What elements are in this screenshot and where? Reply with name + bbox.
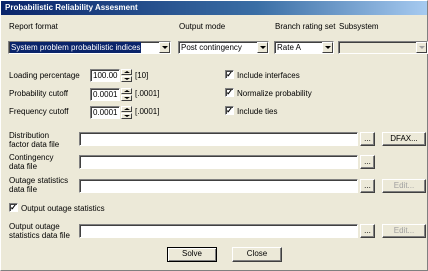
probability-cutoff-spinner[interactable] [121, 88, 132, 101]
outage-statistics-file-input[interactable] [79, 179, 358, 193]
output-outage-statistics-checkbox[interactable]: ✓ [9, 203, 18, 212]
loading-percentage-input[interactable]: 100.00 [90, 69, 120, 82]
frequency-cutoff-spinner[interactable] [121, 106, 132, 119]
probability-cutoff-label: Probability cutoff [9, 89, 68, 98]
spin-up-icon[interactable] [121, 106, 132, 112]
frequency-cutoff-label: Frequency cutoff [9, 107, 69, 116]
output-outage-statistics-edit-button[interactable]: Edit... [382, 224, 426, 238]
outage-statistics-edit-button[interactable]: Edit... [382, 179, 426, 193]
output-mode-value: Post contingency [181, 43, 242, 52]
frequency-cutoff-hint: [.0001] [135, 107, 160, 116]
window-title: Probabilistic Reliability Assesment [5, 3, 138, 12]
distribution-factor-label-line2: factor data file [9, 140, 60, 149]
output-outage-statistics-file-label-line2: statistics data file [9, 231, 70, 240]
dialog-window: Probabilistic Reliability Assesment Repo… [0, 0, 428, 271]
loading-percentage-value: 100.00 [93, 71, 118, 80]
subsystem-label: Subsystem [339, 22, 379, 31]
output-mode-label: Output mode [179, 22, 226, 31]
report-format-select[interactable]: System problem probabilistic indices [8, 41, 171, 54]
contingency-browse-button[interactable]: ... [360, 155, 375, 169]
include-interfaces-label: Include interfaces [237, 71, 300, 80]
include-interfaces-checkbox[interactable]: ✓ [225, 70, 234, 79]
include-ties-checkbox[interactable]: ✓ [225, 106, 234, 115]
normalize-probability-label: Normalize probability [237, 89, 312, 98]
outage-statistics-browse-button[interactable]: ... [360, 179, 375, 193]
subsystem-select[interactable] [338, 41, 428, 54]
report-format-label: Report format [9, 22, 58, 31]
distribution-factor-browse-button[interactable]: ... [360, 132, 375, 146]
branch-rating-set-label: Branch rating set [275, 22, 336, 31]
chevron-down-icon[interactable] [257, 42, 268, 53]
frequency-cutoff-input[interactable]: 0.0001 [90, 106, 120, 119]
frequency-cutoff-value: 0.0001 [93, 108, 118, 117]
loading-percentage-spinner[interactable] [121, 69, 132, 82]
output-mode-select[interactable]: Post contingency [178, 41, 269, 54]
spin-down-icon[interactable] [121, 95, 132, 101]
probability-cutoff-hint: [.0001] [135, 89, 160, 98]
report-format-value: System problem probabilistic indices [10, 42, 142, 53]
probability-cutoff-value: 0.0001 [93, 90, 118, 99]
normalize-probability-checkbox[interactable]: ✓ [225, 88, 234, 97]
chevron-down-icon[interactable] [159, 42, 170, 53]
output-outage-statistics-label: Output outage statistics [21, 204, 105, 213]
chevron-down-icon[interactable] [322, 42, 333, 53]
outage-statistics-label-line2: data file [9, 185, 38, 194]
branch-rating-set-select[interactable]: Rate A [274, 41, 334, 54]
close-button[interactable]: Close [232, 247, 282, 262]
loading-percentage-label: Loading percentage [9, 71, 80, 80]
title-bar[interactable]: Probabilistic Reliability Assesment [1, 1, 427, 15]
chevron-down-icon[interactable] [416, 42, 427, 53]
spin-up-icon[interactable] [121, 88, 132, 94]
contingency-file-input[interactable] [79, 155, 358, 169]
spin-up-icon[interactable] [121, 69, 132, 75]
solve-button[interactable]: Solve [167, 247, 217, 262]
distribution-factor-file-input[interactable] [79, 132, 358, 146]
output-outage-statistics-browse-button[interactable]: ... [360, 224, 375, 238]
loading-percentage-hint: [10] [135, 71, 149, 80]
spin-down-icon[interactable] [121, 76, 132, 82]
probability-cutoff-input[interactable]: 0.0001 [90, 88, 120, 101]
branch-rating-set-value: Rate A [277, 43, 302, 52]
spin-down-icon[interactable] [121, 113, 132, 119]
include-ties-label: Include ties [237, 107, 278, 116]
dfax-button[interactable]: DFAX... [382, 132, 426, 146]
output-outage-statistics-file-input[interactable] [79, 224, 358, 238]
contingency-label-line2: data file [9, 162, 38, 171]
